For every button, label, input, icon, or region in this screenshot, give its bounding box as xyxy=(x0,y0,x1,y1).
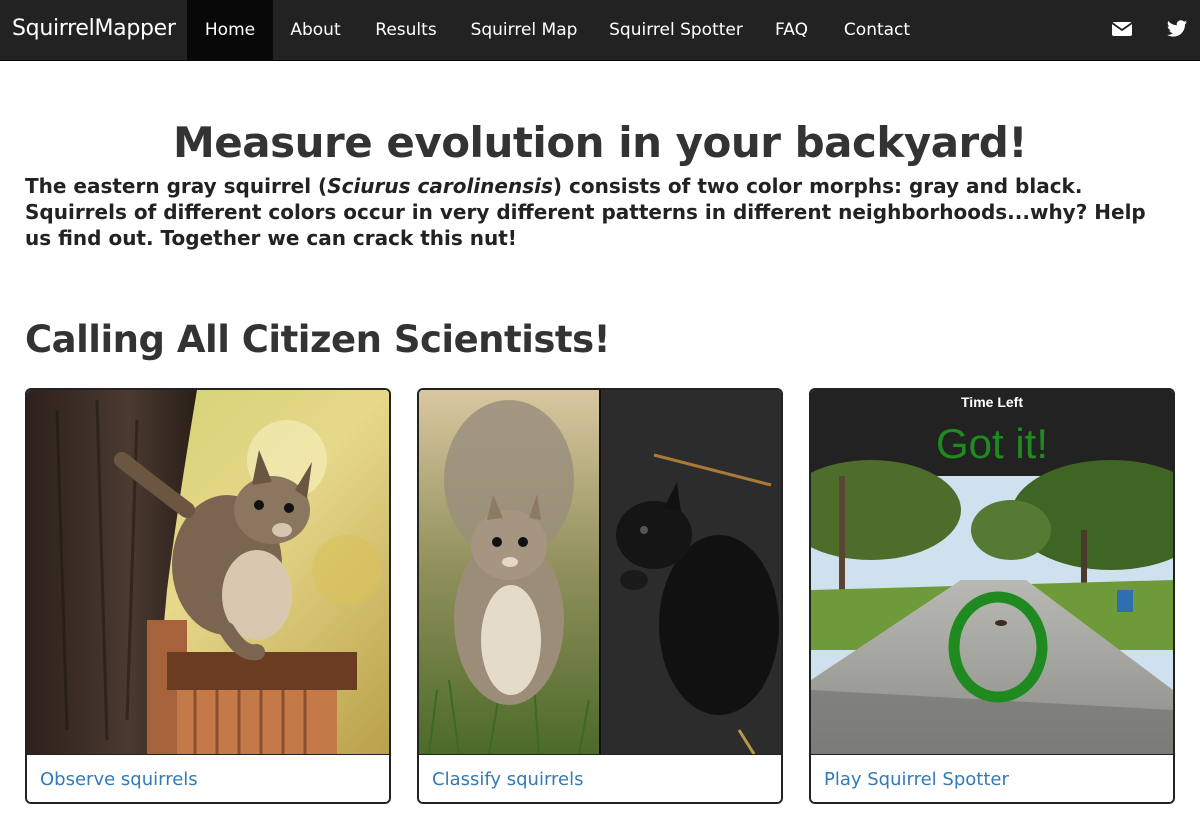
envelope-icon[interactable] xyxy=(1111,18,1133,40)
nav-squirrel-spotter[interactable]: Squirrel Spotter xyxy=(598,0,754,60)
nav-faq[interactable]: FAQ xyxy=(763,0,820,60)
brand-logo[interactable]: SquirrelMapper xyxy=(12,16,176,41)
gray-and-black-squirrels-photo[interactable] xyxy=(419,390,781,754)
species-name: Sciurus carolinensis xyxy=(327,174,553,198)
card-spotter: Time Left Got it! Play Squirrel Spotter xyxy=(809,388,1175,804)
nav-contact[interactable]: Contact xyxy=(830,0,924,60)
classify-squirrels-link[interactable]: Classify squirrels xyxy=(432,769,584,790)
card-footer: Classify squirrels xyxy=(419,754,781,802)
card-footer: Play Squirrel Spotter xyxy=(811,754,1173,802)
timer-label: Time Left xyxy=(961,394,1023,410)
squirrel-spotter-game-screenshot[interactable]: Time Left Got it! xyxy=(811,390,1173,754)
twitter-icon[interactable] xyxy=(1166,18,1188,40)
intro-text-start: The eastern gray squirrel ( xyxy=(25,174,328,198)
section-title: Calling All Citizen Scientists! xyxy=(25,318,611,361)
game-status: Got it! xyxy=(935,420,1049,467)
observe-squirrels-link[interactable]: Observe squirrels xyxy=(40,769,198,790)
page-title: Measure evolution in your backyard! xyxy=(173,118,1027,167)
play-squirrel-spotter-link[interactable]: Play Squirrel Spotter xyxy=(824,769,1009,790)
nav-home[interactable]: Home xyxy=(187,0,273,60)
card-footer: Observe squirrels xyxy=(27,754,389,802)
card-observe: Observe squirrels xyxy=(25,388,391,804)
card-classify: Classify squirrels xyxy=(417,388,783,804)
nav-results[interactable]: Results xyxy=(362,0,450,60)
nav-about[interactable]: About xyxy=(277,0,354,60)
intro-paragraph: The eastern gray squirrel (Sciurus carol… xyxy=(25,173,1175,251)
squirrel-on-tree-photo[interactable] xyxy=(27,390,389,754)
nav-squirrel-map[interactable]: Squirrel Map xyxy=(458,0,590,60)
navbar: SquirrelMapper Home About Results Squirr… xyxy=(0,0,1200,61)
